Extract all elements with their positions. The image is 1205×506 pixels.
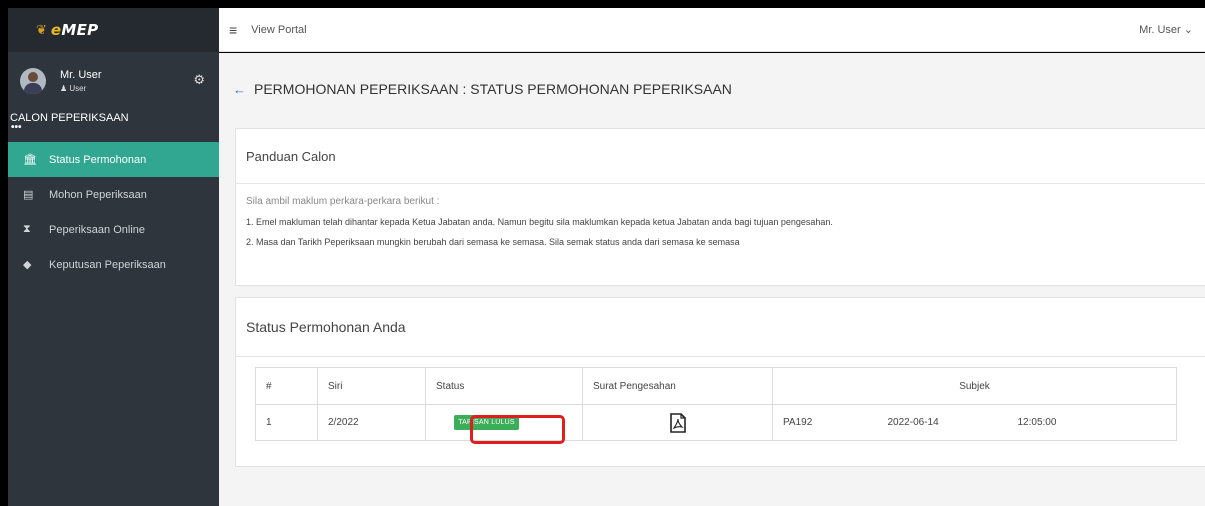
table-row: 1 2/2022 TAPISAN LULUS PA192 2022-06-14: [255, 404, 1177, 441]
profile-name: Mr. User: [60, 69, 102, 81]
row-subject-code: PA192: [772, 404, 878, 441]
graduation-cap-icon: ◆: [23, 259, 32, 271]
column-header: Status: [425, 367, 583, 405]
sidebar-item-status-permohonan[interactable]: 🏛︎ Status Permohonan: [8, 142, 219, 177]
guide-title: Panduan Calon: [236, 129, 1205, 184]
sidebar-item-keputusan-peperiksaan[interactable]: ◆ Keputusan Peperiksaan: [8, 247, 219, 282]
column-header: Subjek: [772, 367, 1177, 405]
user-menu[interactable]: Mr. User ⌄: [1139, 23, 1193, 36]
status-card: Status Permohonan Anda # Siri Status Sur…: [235, 297, 1205, 467]
page-title: ← PERMOHONAN PEPERIKSAAN : STATUS PERMOH…: [233, 81, 732, 97]
highlight-box: [470, 415, 565, 444]
table-header-row: # Siri Status Surat Pengesahan Subjek: [255, 367, 1177, 405]
more-icon: •••: [11, 122, 22, 133]
sidebar: ❦ eMEP Mr. User ♟ User ⚙ CALON PEPERIKSA…: [8, 8, 219, 506]
pdf-download-cell[interactable]: [582, 404, 773, 441]
back-arrow-icon[interactable]: ←: [233, 82, 246, 97]
gear-icon[interactable]: ⚙: [193, 72, 205, 88]
brand[interactable]: ❦ eMEP: [8, 8, 219, 52]
view-portal-link[interactable]: View Portal: [251, 24, 306, 36]
row-date: 2022-06-14: [877, 404, 1008, 441]
sidebar-item-label: Status Permohonan: [49, 153, 147, 166]
menu-icon[interactable]: ≡: [229, 22, 237, 38]
row-time: 12:05:00: [1007, 404, 1177, 441]
sidebar-section-title: CALON PEPERIKSAAN: [10, 112, 129, 124]
status-table: # Siri Status Surat Pengesahan Subjek 1 …: [255, 367, 1177, 441]
sidebar-item-mohon-peperiksaan[interactable]: ▤ Mohon Peperiksaan: [8, 177, 219, 212]
column-header: Siri: [317, 367, 426, 405]
guide-item: 2. Masa dan Tarikh Peperiksaan mungkin b…: [246, 237, 740, 247]
guide-card: Panduan Calon Sila ambil maklum perkara-…: [235, 128, 1205, 286]
pdf-file-icon[interactable]: [669, 412, 686, 433]
user-profile: Mr. User ♟ User ⚙: [8, 52, 219, 110]
guide-intro: Sila ambil maklum perkara-perkara beriku…: [246, 196, 440, 207]
row-number: 1: [255, 404, 318, 441]
chevron-down-icon: ⌄: [1183, 24, 1193, 36]
sidebar-item-label: Peperiksaan Online: [49, 223, 146, 236]
user-icon: ♟: [60, 84, 68, 93]
column-header: Surat Pengesahan: [582, 367, 773, 405]
status-card-title: Status Permohonan Anda: [236, 298, 1205, 357]
profile-role: ♟ User: [60, 84, 87, 93]
avatar: [20, 68, 46, 94]
newspaper-icon: ▤: [23, 189, 34, 201]
row-siri: 2/2022: [317, 404, 426, 441]
sidebar-nav: 🏛︎ Status Permohonan ▤ Mohon Peperiksaan…: [8, 142, 219, 282]
bank-icon: 🏛︎: [23, 154, 37, 166]
sidebar-item-label: Keputusan Peperiksaan: [49, 258, 166, 271]
brand-logo: eMEP: [50, 21, 99, 39]
top-bar: ≡ View Portal Mr. User ⌄: [219, 8, 1205, 52]
column-header: #: [255, 367, 318, 405]
hourglass-icon: ⧗: [23, 223, 31, 235]
crest-icon: ❦: [36, 22, 47, 37]
sidebar-item-label: Mohon Peperiksaan: [49, 188, 147, 201]
main-content: ← PERMOHONAN PEPERIKSAAN : STATUS PERMOH…: [219, 53, 1205, 506]
sidebar-item-peperiksaan-online[interactable]: ⧗ Peperiksaan Online: [8, 212, 219, 247]
guide-item: 1. Emel makluman telah dihantar kepada K…: [246, 217, 833, 227]
